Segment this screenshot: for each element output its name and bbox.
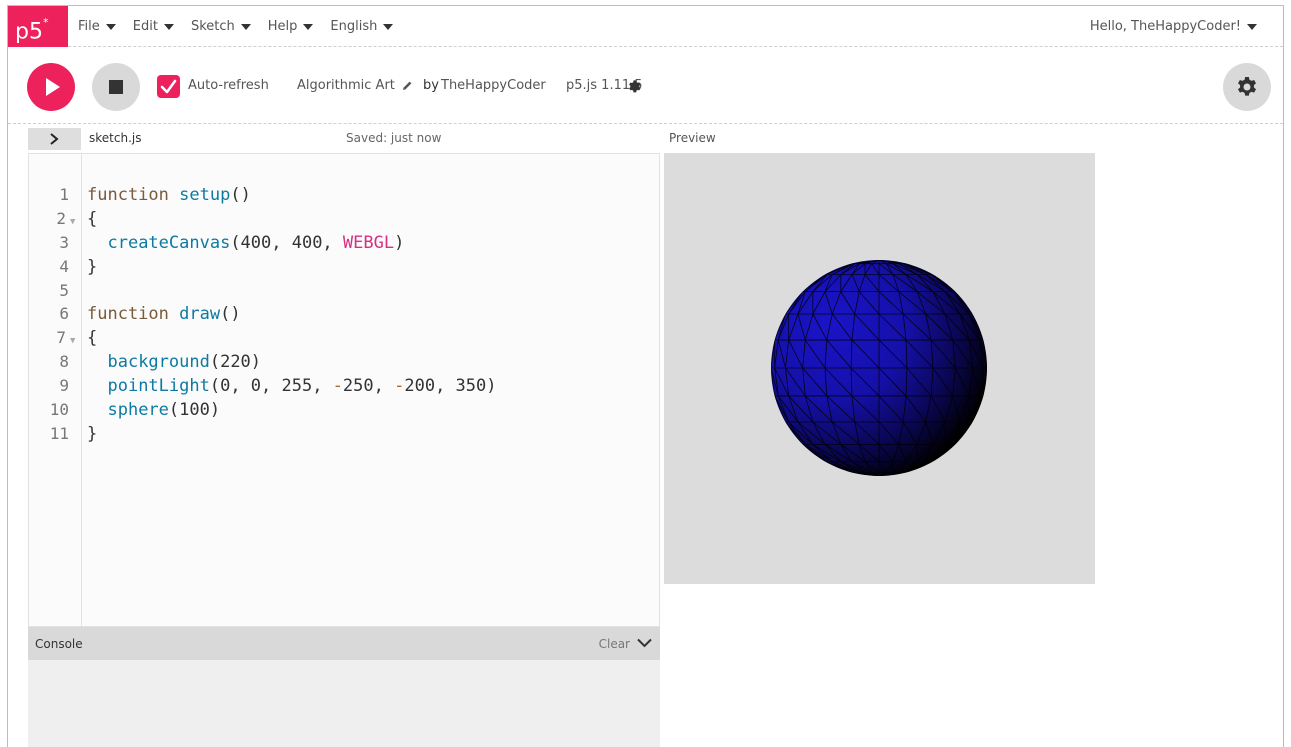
line-number: 5 (59, 281, 69, 300)
code-line: 7 ▼ { (29, 326, 659, 350)
gear-icon (1238, 77, 1256, 96)
code-line: 9 pointLight(0, 0, 255, -250, -200, 350) (29, 374, 659, 398)
menu-language-label: English (330, 19, 378, 34)
code-line: 5 (29, 279, 659, 303)
menu-help-label: Help (267, 19, 298, 34)
gear-icon[interactable] (627, 79, 641, 93)
main-menu: File Edit Sketch Help English (78, 6, 410, 47)
app-window: p5* File Edit Sketch Help English Hello,… (7, 5, 1284, 747)
top-menu-bar: p5* File Edit Sketch Help English Hello,… (8, 6, 1283, 47)
line-number: 10 (49, 400, 69, 419)
code-text: function draw() (87, 304, 241, 324)
preview-canvas[interactable] (664, 153, 1095, 584)
menu-edit-label: Edit (132, 19, 158, 34)
toolbar: Auto-refresh Algorithmic Art by TheHappy… (8, 48, 1283, 124)
code-text: sphere(100) (107, 400, 221, 420)
line-number: 6 (59, 304, 69, 323)
user-greeting: Hello, TheHappyCoder! (1089, 19, 1241, 34)
line-number: 3 (59, 233, 69, 252)
caret-down-icon (303, 23, 314, 30)
code-line: 8 background(220) (29, 350, 659, 374)
by-label: by (423, 78, 439, 93)
code-line: 6 function draw() (29, 302, 659, 326)
play-button[interactable] (27, 63, 75, 111)
menu-sketch-label: Sketch (190, 19, 235, 34)
checkmark-icon (160, 79, 177, 94)
author-link[interactable]: TheHappyCoder (441, 78, 546, 93)
menu-language[interactable]: English (330, 19, 394, 34)
collapse-sidebar-button[interactable] (28, 128, 81, 150)
settings-button[interactable] (1223, 63, 1271, 111)
logo-mark: * (42, 16, 49, 29)
auto-refresh-label[interactable]: Auto-refresh (188, 78, 269, 93)
caret-down-icon (105, 23, 116, 30)
console-clear-button[interactable]: Clear (599, 637, 630, 651)
line-number: 2 (56, 209, 66, 228)
logo-text: p5 (15, 19, 43, 45)
console-title: Console (35, 637, 83, 651)
file-tab[interactable]: sketch.js (89, 131, 141, 145)
p5-logo[interactable]: p5* (8, 6, 68, 47)
code-text: createCanvas(400, 400, WEBGL) (107, 233, 405, 253)
preview-label: Preview (669, 131, 716, 145)
code-line: 3 createCanvas(400, 400, WEBGL) (29, 231, 659, 255)
code-line: 1 function setup() (29, 183, 659, 207)
line-number: 8 (59, 352, 69, 371)
console-header: Console Clear (28, 627, 660, 660)
code-text: } (87, 257, 98, 277)
caret-down-icon (383, 23, 394, 30)
code-text: function setup() (87, 185, 251, 205)
line-number: 7 (56, 328, 66, 347)
menu-file-label: File (78, 19, 100, 34)
line-number: 1 (59, 185, 69, 204)
chevron-down-icon[interactable] (637, 638, 652, 648)
pencil-icon[interactable] (401, 80, 413, 92)
line-number: 9 (59, 376, 69, 395)
chevron-right-icon (50, 133, 59, 145)
sphere-render (771, 260, 987, 476)
console-output[interactable] (28, 660, 660, 747)
saved-status: Saved: just now (346, 131, 442, 145)
menu-edit[interactable]: Edit (133, 19, 174, 34)
caret-down-icon (1247, 23, 1257, 30)
code-text: } (87, 424, 98, 444)
code-line: 11 } (29, 422, 659, 446)
menu-sketch[interactable]: Sketch (191, 19, 251, 34)
line-number: 4 (59, 257, 69, 276)
user-menu[interactable]: Hello, TheHappyCoder! (1090, 6, 1257, 47)
menu-help[interactable]: Help (268, 19, 314, 34)
code-text: background(220) (107, 352, 262, 372)
sketch-name[interactable]: Algorithmic Art (297, 78, 395, 93)
menu-file[interactable]: File (78, 19, 116, 34)
code-text: { (87, 209, 98, 229)
stop-button[interactable] (92, 63, 140, 111)
caret-down-icon (240, 23, 251, 30)
caret-down-icon (163, 23, 174, 30)
code-editor[interactable]: 1 function setup() 2 ▼ { 3 createCanvas(… (28, 153, 660, 627)
code-text: { (87, 328, 98, 348)
code-line: 2 ▼ { (29, 207, 659, 231)
code-line: 4 } (29, 255, 659, 279)
auto-refresh-checkbox[interactable] (157, 75, 180, 98)
line-number: 11 (49, 424, 69, 443)
code-line: 10 sphere(100) (29, 398, 659, 422)
code-text: pointLight(0, 0, 255, -250, -200, 350) (107, 376, 497, 396)
